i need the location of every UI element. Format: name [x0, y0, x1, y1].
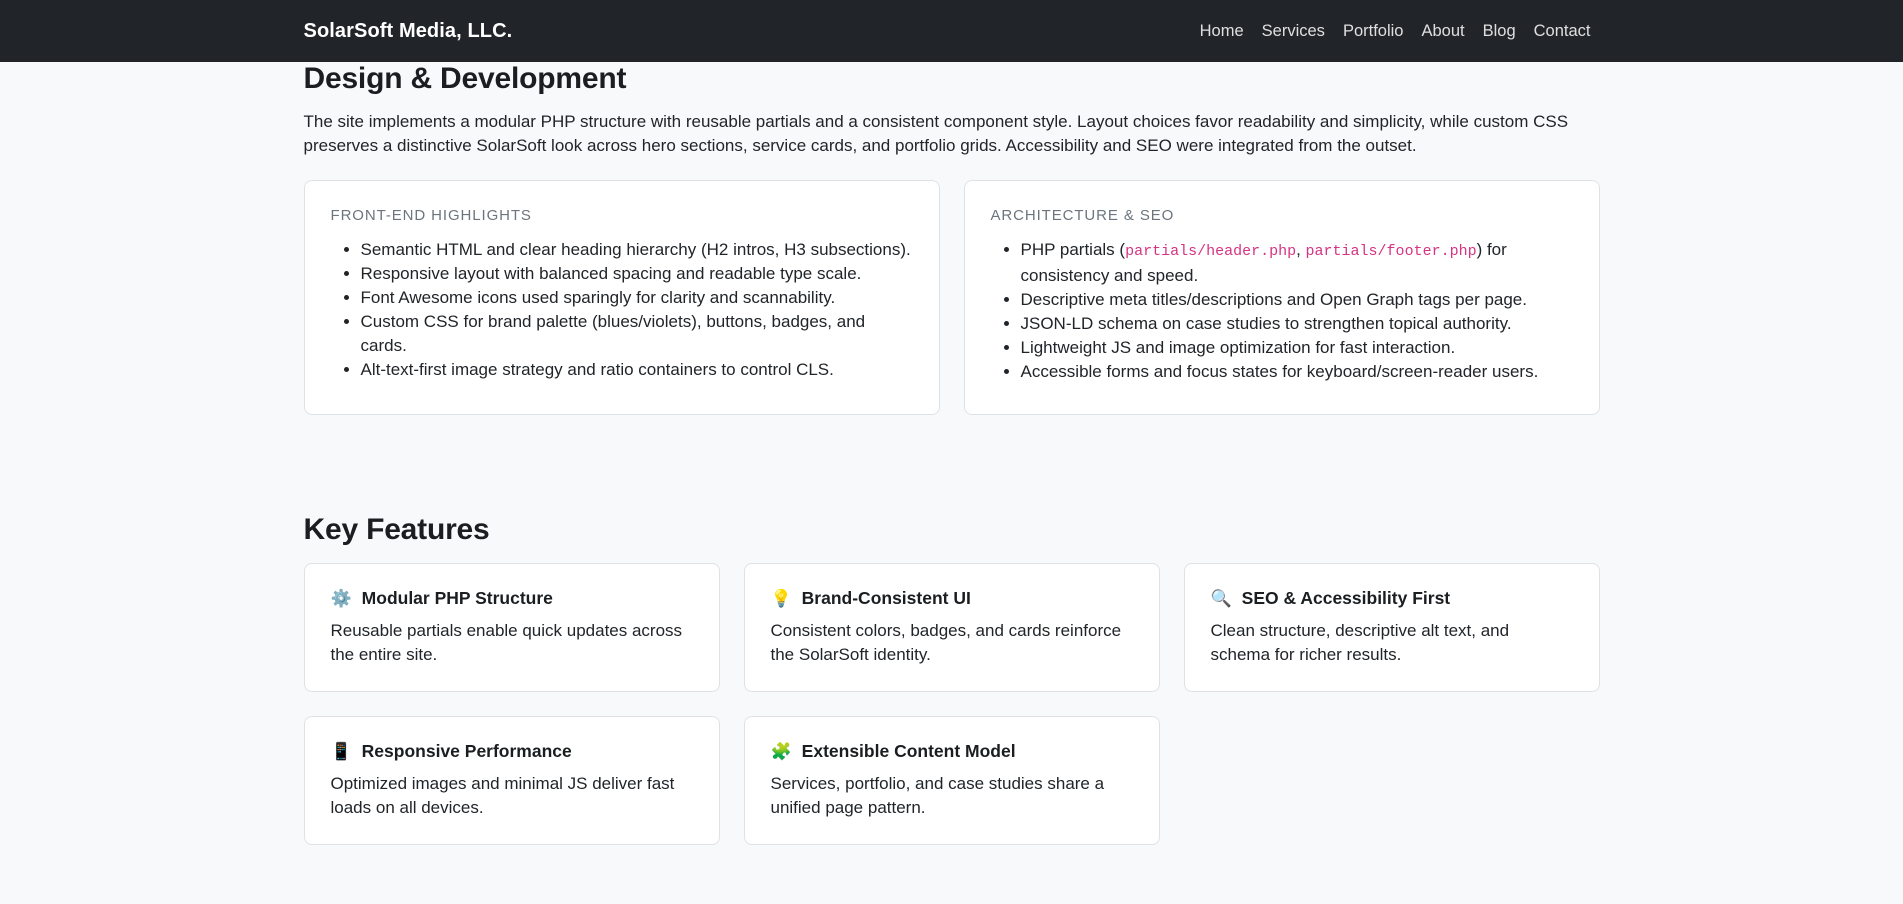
- inline-code: partials/header.php: [1125, 243, 1296, 260]
- nav-link-about[interactable]: About: [1412, 14, 1473, 49]
- list-item: Responsive layout with balanced spacing …: [361, 262, 913, 286]
- feature-title: Responsive Performance: [362, 741, 572, 762]
- frontend-highlights-heading: FRONT-END HIGHLIGHTS: [331, 207, 913, 224]
- feature-title: Extensible Content Model: [802, 741, 1016, 762]
- nav-link-blog[interactable]: Blog: [1474, 14, 1525, 49]
- list-item-text: PHP partials (: [1021, 240, 1126, 259]
- list-item: Accessible forms and focus states for ke…: [1021, 360, 1573, 384]
- mobile-phone-icon: 📱: [331, 743, 352, 760]
- architecture-seo-card: ARCHITECTURE & SEO PHP partials (partial…: [964, 180, 1600, 415]
- feature-description: Services, portfolio, and case studies sh…: [771, 772, 1133, 820]
- nav-link-contact[interactable]: Contact: [1525, 14, 1600, 49]
- key-features-section: Key Features ⚙️ Modular PHP Structure Re…: [304, 513, 1600, 845]
- feature-card-seo-accessibility: 🔍 SEO & Accessibility First Clean struct…: [1184, 563, 1600, 692]
- design-development-title: Design & Development: [304, 62, 1600, 96]
- list-item: PHP partials (partials/header.php, parti…: [1021, 238, 1573, 288]
- feature-card-brand-consistent-ui: 💡 Brand-Consistent UI Consistent colors,…: [744, 563, 1160, 692]
- feature-description: Reusable partials enable quick updates a…: [331, 619, 693, 667]
- navbar: SolarSoft Media, LLC. Home Services Port…: [0, 0, 1903, 62]
- list-item: JSON-LD schema on case studies to streng…: [1021, 312, 1573, 336]
- brand-link[interactable]: SolarSoft Media, LLC.: [304, 20, 513, 43]
- feature-title: SEO & Accessibility First: [1242, 588, 1450, 609]
- key-features-title: Key Features: [304, 513, 1600, 547]
- feature-description: Optimized images and minimal JS deliver …: [331, 772, 693, 820]
- list-item: Custom CSS for brand palette (blues/viol…: [361, 310, 913, 358]
- design-development-section: Design & Development The site implements…: [304, 62, 1600, 415]
- list-item-text: ,: [1296, 240, 1305, 259]
- architecture-seo-heading: ARCHITECTURE & SEO: [991, 207, 1573, 224]
- feature-description: Consistent colors, badges, and cards rei…: [771, 619, 1133, 667]
- nav-links: Home Services Portfolio About Blog Conta…: [1191, 14, 1600, 49]
- frontend-highlights-card: FRONT-END HIGHLIGHTS Semantic HTML and c…: [304, 180, 940, 415]
- feature-card-modular-php: ⚙️ Modular PHP Structure Reusable partia…: [304, 563, 720, 692]
- frontend-highlights-list: Semantic HTML and clear heading hierarch…: [331, 238, 913, 382]
- feature-card-responsive-performance: 📱 Responsive Performance Optimized image…: [304, 716, 720, 845]
- list-item: Semantic HTML and clear heading hierarch…: [361, 238, 913, 262]
- puzzle-piece-icon: 🧩: [771, 743, 792, 760]
- lightbulb-icon: 💡: [771, 590, 792, 607]
- nav-link-portfolio[interactable]: Portfolio: [1334, 14, 1413, 49]
- magnifying-glass-icon: 🔍: [1211, 590, 1232, 607]
- nav-link-services[interactable]: Services: [1253, 14, 1334, 49]
- list-item: Lightweight JS and image optimization fo…: [1021, 336, 1573, 360]
- list-item: Descriptive meta titles/descriptions and…: [1021, 288, 1573, 312]
- features-grid: ⚙️ Modular PHP Structure Reusable partia…: [304, 563, 1600, 845]
- feature-title: Brand-Consistent UI: [802, 588, 971, 609]
- feature-card-extensible-content-model: 🧩 Extensible Content Model Services, por…: [744, 716, 1160, 845]
- highlights-cards-row: FRONT-END HIGHLIGHTS Semantic HTML and c…: [304, 180, 1600, 415]
- design-development-intro: The site implements a modular PHP struct…: [304, 110, 1600, 158]
- main-content: Design & Development The site implements…: [292, 62, 1612, 845]
- inline-code: partials/footer.php: [1306, 243, 1477, 260]
- list-item: Font Awesome icons used sparingly for cl…: [361, 286, 913, 310]
- feature-description: Clean structure, descriptive alt text, a…: [1211, 619, 1573, 667]
- nav-link-home[interactable]: Home: [1191, 14, 1253, 49]
- gear-icon: ⚙️: [331, 590, 352, 607]
- list-item: Alt-text-first image strategy and ratio …: [361, 358, 913, 382]
- architecture-seo-list: PHP partials (partials/header.php, parti…: [991, 238, 1573, 384]
- feature-title: Modular PHP Structure: [362, 588, 553, 609]
